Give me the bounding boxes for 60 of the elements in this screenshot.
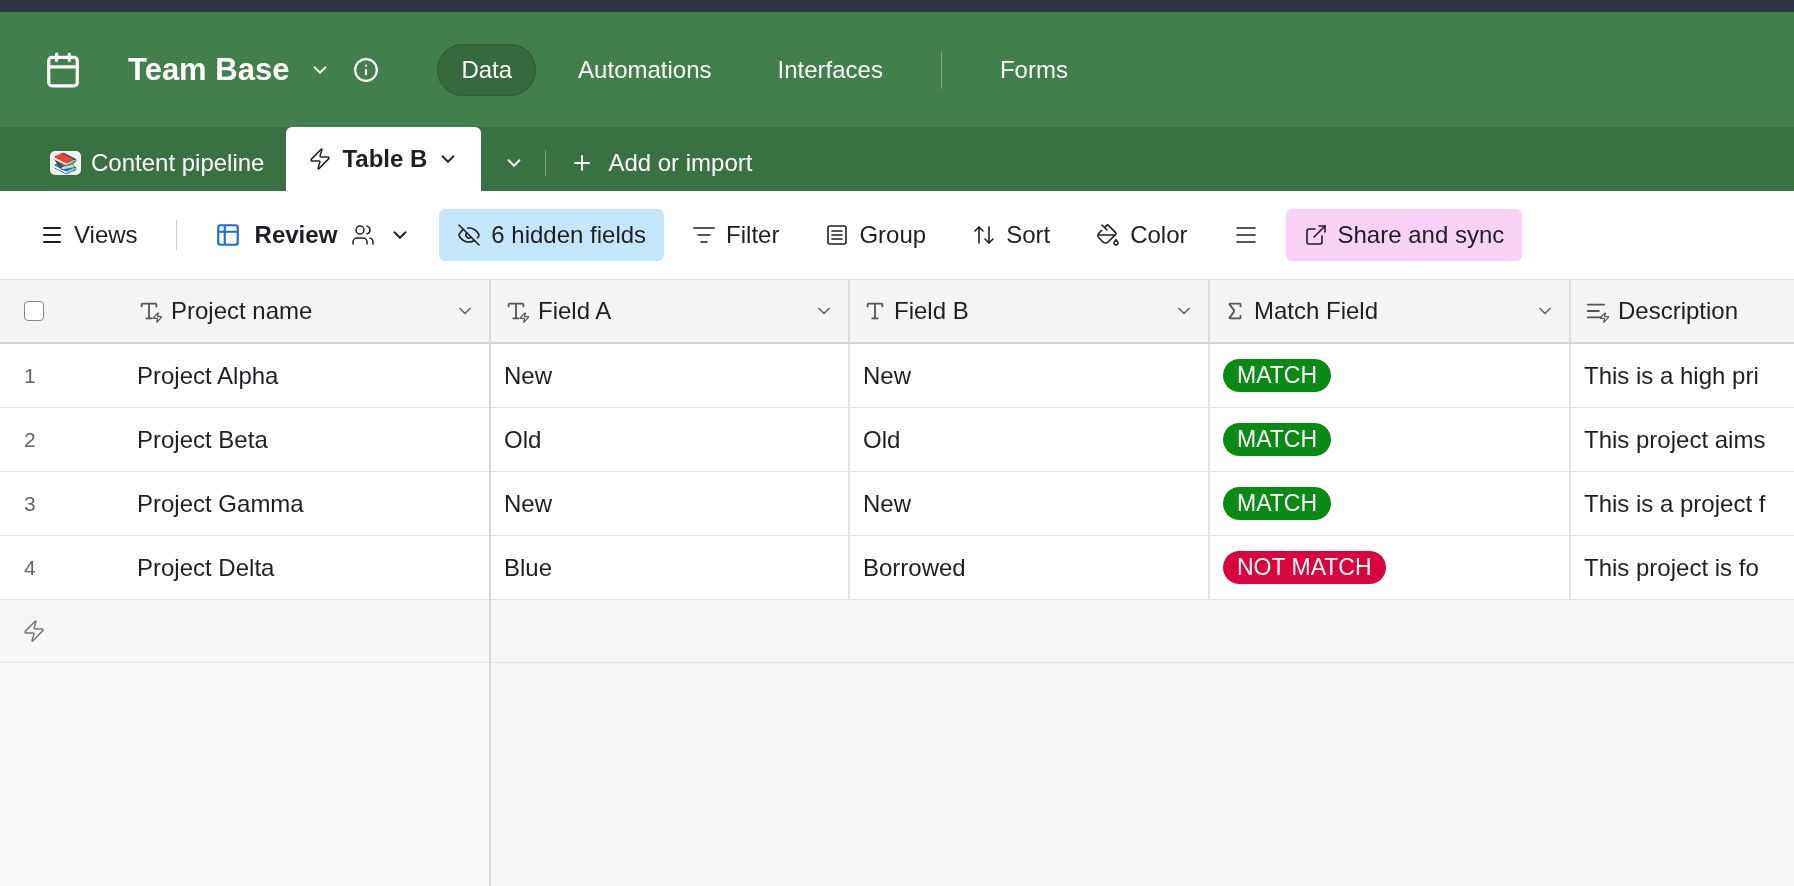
sort-icon <box>972 223 997 247</box>
row-number: 4 <box>24 555 36 580</box>
lightning-icon <box>22 619 46 643</box>
lightning-icon <box>308 147 333 171</box>
table-row[interactable]: 3 Project Gamma <box>0 472 489 536</box>
add-import-button[interactable]: Add or import <box>564 148 759 178</box>
column-header[interactable]: Match Field <box>1210 280 1571 342</box>
hidden-fields-button[interactable]: 6 hidden fields <box>439 209 665 261</box>
status-tag: NOT MATCH <box>1223 551 1386 584</box>
column-header[interactable]: Field A <box>491 280 850 342</box>
nav-tab[interactable]: Automations <box>554 43 736 96</box>
row-number: 1 <box>24 363 36 388</box>
table-row[interactable]: New New MATCH This is a high pri <box>491 344 1794 408</box>
table-cell: Borrowed <box>850 536 1210 599</box>
table-row[interactable]: 4 Project Delta <box>0 536 489 600</box>
books-emoji: 📚 <box>50 151 81 175</box>
row-number: 2 <box>24 427 36 452</box>
filter-button[interactable]: Filter <box>674 209 798 261</box>
table-row[interactable]: Blue Borrowed NOT MATCH This project is fo <box>491 536 1794 600</box>
table-row[interactable]: New New MATCH This is a project f <box>491 472 1794 536</box>
view-name-button[interactable]: Review <box>196 221 430 249</box>
table-cell-text: Project Delta <box>136 552 276 583</box>
select-all-checkbox[interactable] <box>24 301 44 321</box>
group-button[interactable]: Group <box>807 209 945 261</box>
status-tag: MATCH <box>1223 359 1332 392</box>
group-icon <box>825 223 850 247</box>
row-number: 3 <box>24 491 36 516</box>
table-cell-text: This is a project f <box>1583 488 1767 519</box>
status-tag: MATCH <box>1223 487 1332 520</box>
table-cell-text: This project aims <box>1583 424 1767 455</box>
table-cell-text: Project Beta <box>136 424 269 455</box>
table-row[interactable]: 1 Project Alpha <box>0 344 489 408</box>
grid-icon <box>214 222 241 248</box>
views-button[interactable]: Views <box>40 209 156 261</box>
base-title: Team Base <box>128 51 290 88</box>
table-row[interactable]: 2 Project Beta <box>0 408 489 472</box>
table-cell: Blue <box>491 536 850 599</box>
table-tab[interactable]: 📚 Content pipeline <box>28 135 287 191</box>
text-field-icon <box>864 300 886 322</box>
calendar-icon <box>44 50 82 89</box>
eye-off-icon <box>457 223 482 247</box>
table-cell-text: This project is fo <box>1583 552 1760 583</box>
nav-tab[interactable]: Interfaces <box>753 43 907 96</box>
sort-button[interactable]: Sort <box>954 209 1069 261</box>
status-tag: MATCH <box>1223 423 1332 456</box>
people-icon <box>351 223 376 247</box>
nav-tab[interactable]: Forms <box>975 43 1092 96</box>
column-header[interactable]: Field B <box>850 280 1210 342</box>
nav-tab[interactable]: Data <box>437 43 537 96</box>
share-icon <box>1303 223 1328 247</box>
table-cell-text: Project Alpha <box>136 360 280 391</box>
color-button[interactable]: Color <box>1078 209 1206 261</box>
table-cell-text: This is a high pri <box>1583 360 1760 391</box>
table-cell-text: Project Gamma <box>136 488 305 519</box>
table-row[interactable]: Old Old MATCH This project aims <box>491 408 1794 472</box>
column-header[interactable]: Description <box>1571 280 1794 342</box>
table-tab[interactable]: Table B <box>286 127 482 191</box>
share-sync-button[interactable]: Share and sync <box>1285 209 1523 261</box>
column-header[interactable]: Project name <box>124 280 489 342</box>
paint-bucket-icon <box>1096 223 1121 247</box>
